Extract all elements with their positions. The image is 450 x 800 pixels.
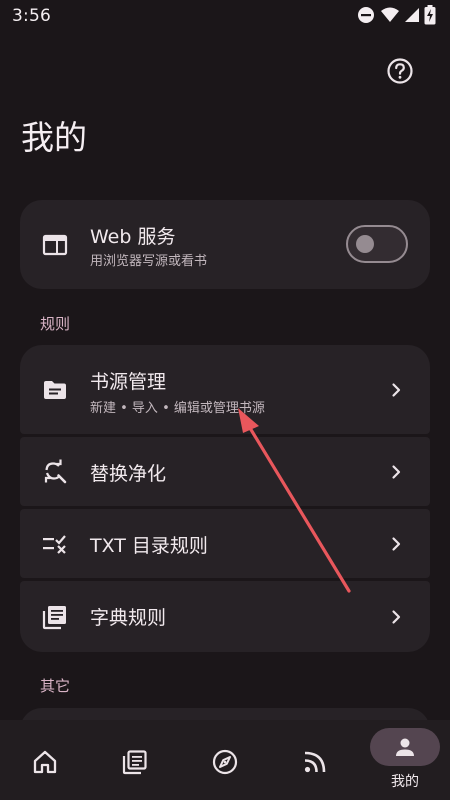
nav-item-bookshelf[interactable] <box>90 720 180 800</box>
wifi-icon <box>380 6 400 24</box>
web-service-toggle[interactable] <box>346 225 408 263</box>
nav-active-pill <box>370 728 440 766</box>
screen: 3:56 我的 Web 服务 用浏览器写源或看书 规则 书源管理 新建 • 导入… <box>0 0 450 800</box>
help-button[interactable] <box>386 57 414 85</box>
section-label-rules: 规则 <box>40 315 71 333</box>
nav-label-my: 我的 <box>391 774 419 790</box>
nav-item-rss[interactable] <box>270 720 360 800</box>
rule-item-title: 替换净化 <box>90 463 167 485</box>
library-books-icon <box>41 603 69 631</box>
rule-item-title: 字典规则 <box>90 607 167 629</box>
rule-item-title: TXT 目录规则 <box>90 535 208 557</box>
nav-item-explore[interactable] <box>180 720 270 800</box>
compass-icon <box>212 749 238 775</box>
person-icon <box>396 738 414 756</box>
toggle-knob <box>356 235 374 253</box>
web-window-icon <box>41 231 69 259</box>
status-icons <box>356 5 436 25</box>
status-time: 3:56 <box>12 6 51 26</box>
status-bar: 3:56 <box>0 0 450 34</box>
web-service-title: Web 服务 <box>90 226 176 248</box>
page-title: 我的 <box>21 118 87 157</box>
toc-rule-icon <box>41 530 69 558</box>
rss-icon <box>304 751 326 773</box>
chevron-right-icon <box>392 383 401 397</box>
rule-item-dictionary[interactable]: 字典规则 <box>20 581 430 652</box>
battery-charging-icon <box>424 5 436 25</box>
rule-item-txt-toc[interactable]: TXT 目录规则 <box>20 509 430 578</box>
web-service-subtitle: 用浏览器写源或看书 <box>90 254 208 269</box>
rule-item-title: 书源管理 <box>90 371 167 393</box>
nav-item-my[interactable]: 我的 <box>360 720 450 800</box>
chevron-right-icon <box>392 537 401 551</box>
chevron-right-icon <box>392 610 401 624</box>
rule-item-replace[interactable]: 替换净化 <box>20 437 430 506</box>
folder-icon <box>41 376 69 404</box>
dnd-icon <box>356 5 376 25</box>
help-circle-icon <box>387 58 413 84</box>
bottom-nav: 我的 <box>0 720 450 800</box>
chevron-right-icon <box>392 465 401 479</box>
web-service-card[interactable]: Web 服务 用浏览器写源或看书 <box>20 200 430 289</box>
rule-item-subtitle: 新建 • 导入 • 编辑或管理书源 <box>90 401 265 416</box>
find-replace-icon <box>41 458 69 486</box>
home-icon <box>33 750 57 774</box>
rule-item-book-source[interactable]: 书源管理 新建 • 导入 • 编辑或管理书源 <box>20 345 430 434</box>
bookshelf-icon <box>122 750 147 775</box>
section-label-other: 其它 <box>40 677 71 695</box>
nav-item-home[interactable] <box>0 720 90 800</box>
signal-icon <box>404 6 420 24</box>
